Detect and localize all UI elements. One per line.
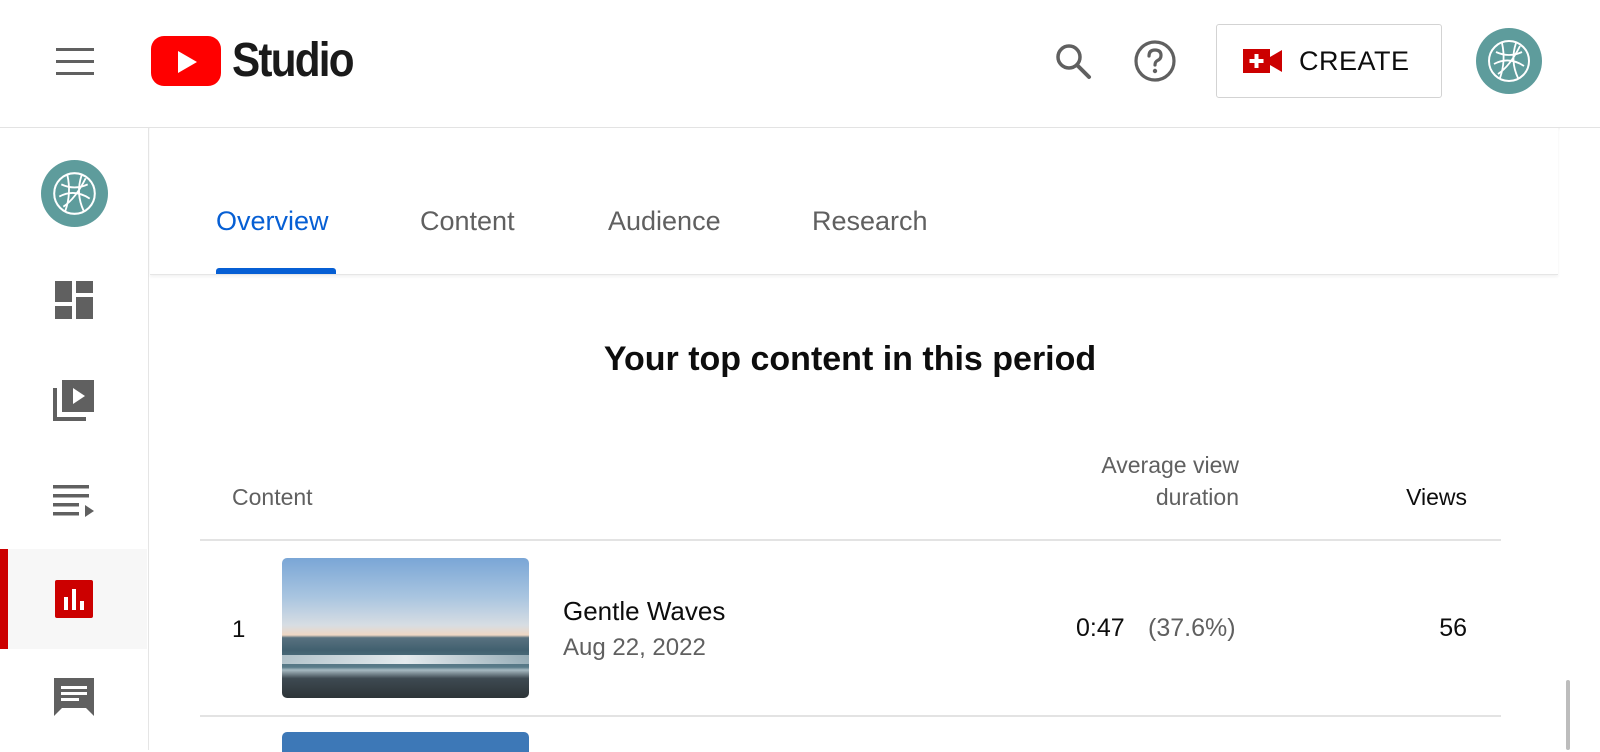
sidebar-item-playlists[interactable]: [0, 450, 147, 550]
channel-avatar[interactable]: [41, 160, 108, 227]
account-avatar[interactable]: [1476, 28, 1542, 94]
search-icon[interactable]: [1050, 38, 1096, 84]
row-rank: 1: [232, 616, 246, 643]
avg-view-percentage: (37.6%): [1148, 614, 1236, 642]
video-camera-plus-icon: [1243, 49, 1282, 73]
studio-logo[interactable]: Studio: [151, 35, 369, 87]
column-header-avd-line1: Average view: [1101, 452, 1239, 478]
video-thumbnail[interactable]: [282, 558, 529, 698]
section-title: Your top content in this period: [603, 340, 1097, 378]
comments-icon: [53, 678, 94, 716]
sidebar-item-comments[interactable]: [0, 648, 147, 748]
column-header-views[interactable]: Views: [1350, 481, 1467, 513]
tab-research[interactable]: Research: [812, 206, 928, 237]
leaf-globe-icon: [1488, 40, 1530, 82]
video-date: Aug 22, 2022: [563, 634, 706, 661]
scrollbar[interactable]: [1566, 680, 1570, 750]
create-button[interactable]: CREATE: [1216, 24, 1442, 98]
views-count: 56: [1439, 614, 1467, 642]
leaf-globe-icon: [53, 172, 96, 215]
scroll-track: [1560, 128, 1600, 750]
sidebar-item-analytics[interactable]: [0, 549, 147, 649]
column-header-avd-line2: duration: [1155, 484, 1239, 510]
content-icon: [52, 380, 94, 421]
tab-audience[interactable]: Audience: [608, 206, 721, 237]
analytics-tabs: Overview Content Audience Research: [150, 128, 1558, 275]
row-divider: [200, 715, 1501, 717]
dashboard-icon: [54, 281, 93, 319]
sidebar: [0, 128, 149, 750]
header-divider: [200, 539, 1501, 541]
logo-text: Studio: [232, 34, 355, 87]
column-header-avd[interactable]: Average view duration: [1038, 449, 1239, 513]
hamburger-menu-icon[interactable]: [56, 48, 94, 76]
create-button-label: CREATE: [1299, 45, 1410, 76]
avg-view-duration: 0:47: [1076, 614, 1125, 642]
video-title[interactable]: Gentle Waves: [563, 596, 725, 627]
analytics-icon: [54, 580, 93, 618]
tab-content[interactable]: Content: [420, 206, 515, 237]
column-header-content: Content: [232, 484, 313, 510]
tab-overview[interactable]: Overview: [216, 206, 329, 237]
next-video-thumbnail[interactable]: [282, 732, 529, 752]
sidebar-item-dashboard[interactable]: [0, 250, 147, 350]
top-bar: Studio CREATE: [0, 0, 1600, 128]
sidebar-item-content[interactable]: [0, 350, 147, 450]
main-content: Overview Content Audience Research Your …: [150, 128, 1558, 752]
help-icon[interactable]: [1132, 38, 1178, 84]
youtube-play-icon: [151, 36, 221, 86]
active-tab-indicator: [216, 268, 336, 274]
playlists-icon: [52, 485, 94, 517]
